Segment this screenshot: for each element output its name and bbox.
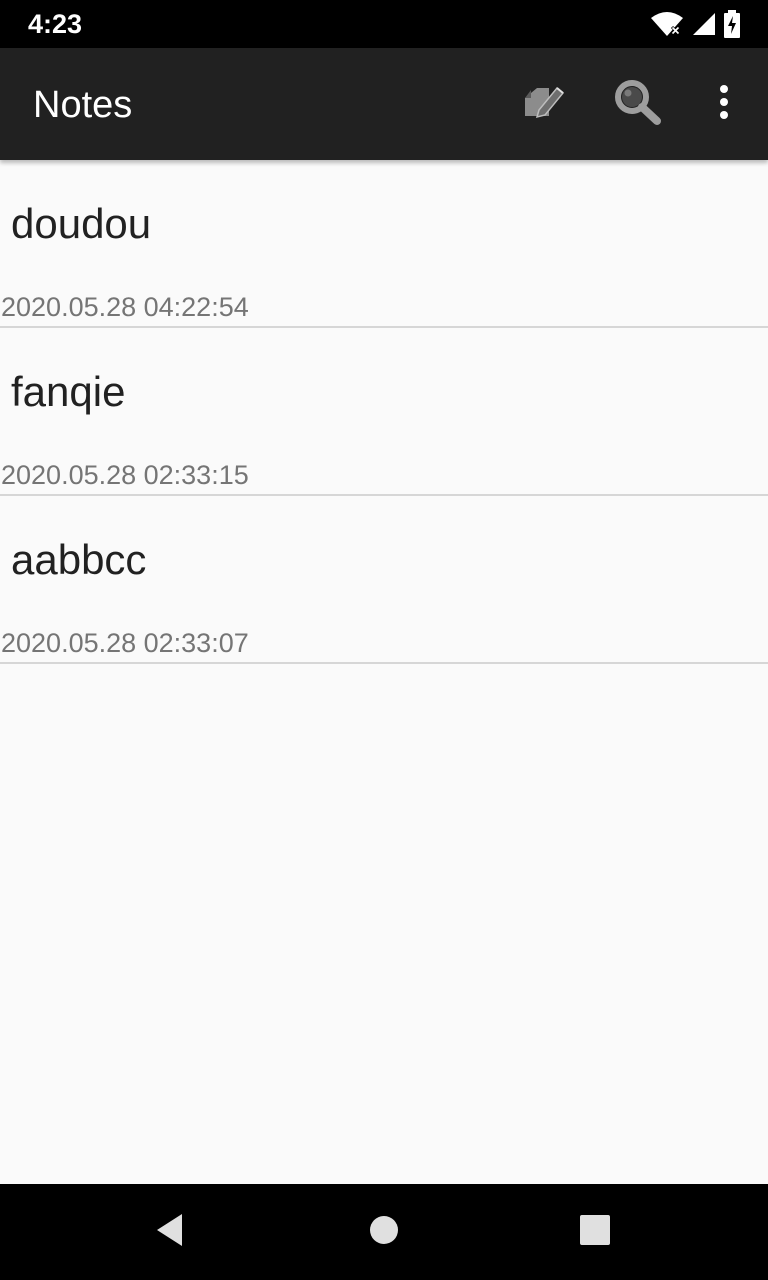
signal-icon <box>692 12 716 36</box>
status-time: 4:23 <box>28 9 83 39</box>
list-item[interactable]: fanqie 2020.05.28 02:33:15 <box>0 328 768 496</box>
home-button[interactable] <box>360 1208 408 1256</box>
status-bar: 4:23 <box>0 0 768 48</box>
recents-button[interactable] <box>571 1208 619 1256</box>
battery-charging-icon <box>724 10 740 38</box>
navigation-bar <box>0 1184 768 1280</box>
recents-icon <box>579 1214 611 1251</box>
search-icon <box>613 78 663 131</box>
more-vert-icon <box>719 84 729 125</box>
app-bar: Notes <box>0 48 768 160</box>
note-title: doudou <box>11 200 152 247</box>
wifi-icon <box>650 11 684 37</box>
back-icon <box>154 1212 186 1253</box>
list-item[interactable]: aabbcc 2020.05.28 02:33:07 <box>0 496 768 664</box>
note-title: fanqie <box>11 368 126 415</box>
search-button[interactable] <box>610 76 666 132</box>
list-item[interactable]: doudou 2020.05.28 04:22:54 <box>0 160 768 328</box>
overflow-menu-button[interactable] <box>696 76 752 132</box>
home-icon <box>368 1214 400 1251</box>
compose-icon <box>521 82 565 127</box>
note-timestamp: 2020.05.28 02:33:15 <box>1 460 249 490</box>
note-list: doudou 2020.05.28 04:22:54 fanqie 2020.0… <box>0 160 768 664</box>
note-timestamp: 2020.05.28 02:33:07 <box>1 628 249 658</box>
status-icons <box>650 10 740 38</box>
back-button[interactable] <box>146 1208 194 1256</box>
note-timestamp: 2020.05.28 04:22:54 <box>1 292 249 322</box>
page-title: Notes <box>33 84 133 126</box>
new-note-button[interactable] <box>515 76 571 132</box>
note-title: aabbcc <box>11 536 147 583</box>
